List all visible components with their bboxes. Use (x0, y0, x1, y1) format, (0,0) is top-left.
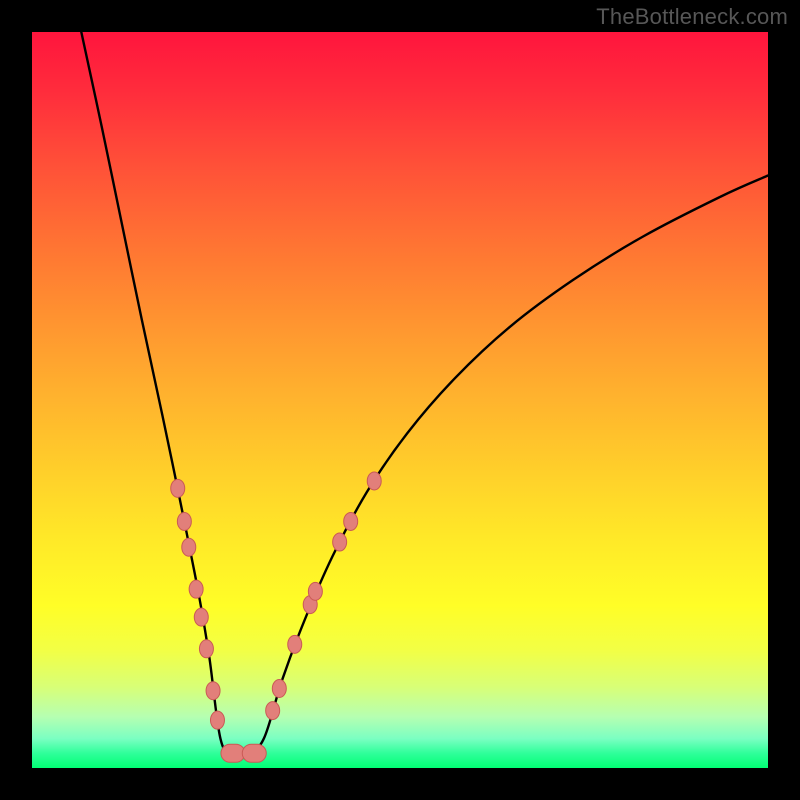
plot-area (32, 32, 768, 768)
curve-marker (199, 640, 213, 658)
curve-marker (177, 512, 191, 530)
attribution-watermark: TheBottleneck.com (596, 4, 788, 30)
curve-marker (272, 680, 286, 698)
curve-marker (206, 682, 220, 700)
curve-marker (242, 744, 266, 762)
curve-marker (194, 608, 208, 626)
curve-marker (266, 702, 280, 720)
curve-marker (189, 580, 203, 598)
curve-marker (308, 582, 322, 600)
curve-marker (221, 744, 245, 762)
curve-marker (344, 512, 358, 530)
curve-marker (288, 635, 302, 653)
curve-marker (182, 538, 196, 556)
bottleneck-curve (81, 32, 768, 755)
curve-marker (367, 472, 381, 490)
bottleneck-curve-svg (32, 32, 768, 768)
curve-markers (171, 472, 382, 762)
curve-marker (210, 711, 224, 729)
curve-marker (333, 533, 347, 551)
curve-marker (171, 479, 185, 497)
